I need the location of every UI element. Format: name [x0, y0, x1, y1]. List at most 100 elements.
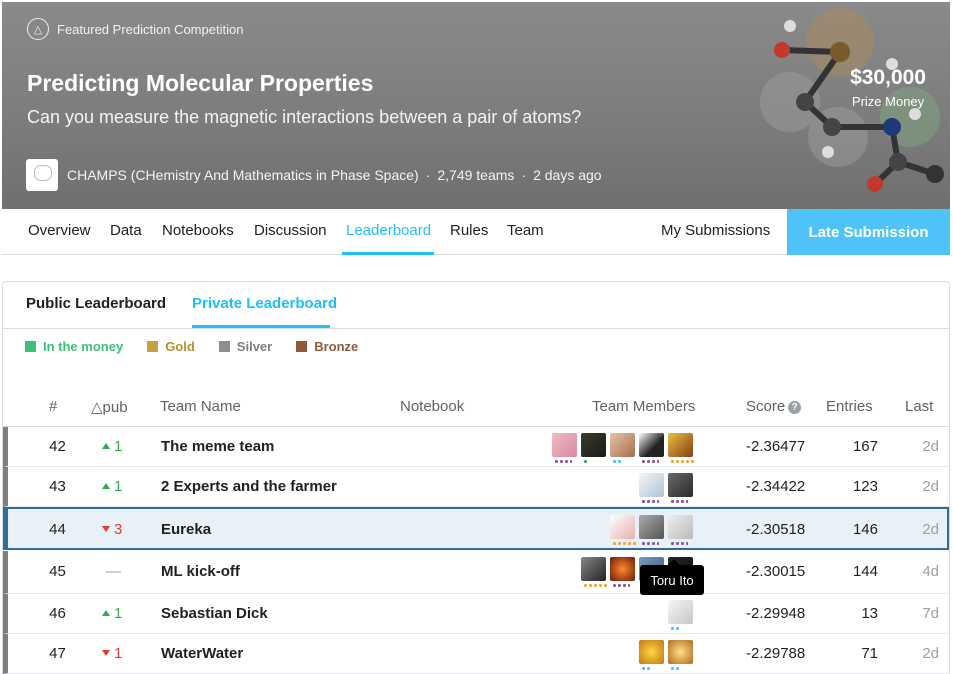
- tab-discussion[interactable]: Discussion: [254, 222, 327, 239]
- avatar[interactable]: [639, 473, 664, 503]
- rank-change-value: 1: [114, 478, 123, 495]
- competition-header: △ Featured Prediction Competition Predic…: [2, 2, 950, 209]
- column-delta[interactable]: △pub: [91, 398, 128, 416]
- legend-label: Bronze: [314, 339, 359, 354]
- rank: 46: [49, 605, 66, 622]
- team-members: [639, 640, 693, 670]
- team-members: [639, 473, 693, 503]
- leaderboard-tabs: Public Leaderboard Private Leaderboard: [3, 282, 949, 329]
- rank-change: 3: [102, 521, 132, 538]
- host-name[interactable]: CHAMPS (CHemistry And Mathematics in Pha…: [67, 167, 419, 183]
- score: -2.30518: [746, 521, 806, 538]
- avatar[interactable]: [610, 515, 638, 545]
- legend-label: Gold: [165, 339, 195, 354]
- avatar[interactable]: [581, 433, 606, 463]
- avatar[interactable]: [639, 433, 664, 463]
- my-submissions-link[interactable]: My Submissions: [661, 222, 770, 239]
- rank: 45: [49, 563, 66, 580]
- rank-change-value: 1: [114, 605, 123, 622]
- avatar[interactable]: [552, 433, 577, 463]
- score: -2.30015: [746, 563, 806, 580]
- late-submission-button[interactable]: Late Submission: [787, 209, 950, 255]
- tab-rules[interactable]: Rules: [450, 222, 488, 239]
- tab-leaderboard[interactable]: Leaderboard: [346, 222, 431, 239]
- team-name[interactable]: ML kick-off: [161, 563, 240, 580]
- last-submission: 2d: [922, 478, 939, 495]
- help-icon[interactable]: ?: [788, 401, 802, 414]
- team-name[interactable]: The meme team: [161, 438, 274, 455]
- avatar[interactable]: [639, 515, 664, 545]
- team-name[interactable]: 2 Experts and the farmer: [161, 478, 337, 495]
- prize-label: Prize Money: [851, 94, 925, 109]
- score: -2.36477: [746, 438, 806, 455]
- rank-change: 1: [102, 645, 132, 662]
- team-name[interactable]: WaterWater: [161, 645, 243, 662]
- arrow-up-icon: [102, 483, 110, 489]
- legend-bronze: Bronze: [296, 339, 358, 354]
- tab-notebooks[interactable]: Notebooks: [162, 222, 234, 239]
- competition-type-label: Featured Prediction Competition: [57, 21, 244, 37]
- team-name[interactable]: Sebastian Dick: [161, 605, 268, 622]
- active-tab-indicator: [342, 252, 434, 255]
- tab-overview[interactable]: Overview: [28, 222, 91, 239]
- member-tooltip: Toru Ito: [640, 559, 704, 595]
- column-score[interactable]: Score?: [746, 398, 802, 415]
- column-entries[interactable]: Entries: [826, 398, 873, 415]
- avatar[interactable]: [610, 557, 635, 587]
- rank-change-value: 1: [114, 645, 123, 662]
- score: -2.34422: [746, 478, 806, 495]
- entries: 167: [852, 438, 878, 455]
- leaderboard-panel: Public Leaderboard Private Leaderboard I…: [2, 281, 950, 674]
- team-count: 2,749 teams: [437, 167, 515, 183]
- avatar[interactable]: [668, 473, 693, 503]
- team-name[interactable]: Eureka: [161, 521, 211, 538]
- table-row[interactable]: 45 — ML kick-off -2.30015 144 4d: [3, 551, 949, 594]
- column-team-name[interactable]: Team Name: [160, 398, 241, 415]
- legend-label: In the money: [43, 339, 124, 354]
- avatar[interactable]: [668, 433, 696, 463]
- entries: 13: [861, 605, 878, 622]
- table-row-selected[interactable]: 44 3 Eureka -2.30518 146 2d: [3, 507, 949, 550]
- competition-subtitle: Can you measure the magnetic interaction…: [27, 107, 582, 127]
- avatar[interactable]: [668, 640, 693, 670]
- legend-in-the-money: In the money: [25, 339, 123, 354]
- score: -2.29788: [746, 645, 806, 662]
- avatar[interactable]: [639, 640, 664, 670]
- legend-silver: Silver: [218, 339, 273, 354]
- column-team-members: Team Members: [592, 398, 696, 415]
- tab-team[interactable]: Team: [507, 222, 544, 239]
- entries: 146: [852, 521, 878, 538]
- table-row[interactable]: 46 1 Sebastian Dick -2.29948 13 7d: [3, 594, 949, 634]
- arrow-down-icon: [102, 526, 110, 532]
- rank: 42: [49, 438, 66, 455]
- last-submission: 2d: [922, 645, 939, 662]
- host-info: CHAMPS (CHemistry And Mathematics in Pha…: [26, 159, 602, 191]
- tab-data[interactable]: Data: [110, 222, 142, 239]
- avatar[interactable]: [610, 433, 635, 463]
- competition-type: △ Featured Prediction Competition: [27, 18, 243, 40]
- tab-private-leaderboard[interactable]: Private Leaderboard: [192, 295, 337, 312]
- rank-change: 1: [102, 438, 132, 455]
- active-tab-indicator: [192, 325, 330, 328]
- column-last[interactable]: Last: [905, 398, 933, 415]
- legend-swatch: [147, 341, 159, 352]
- legend-gold: Gold: [147, 339, 195, 354]
- legend-swatch: [218, 341, 230, 352]
- team-members: [668, 600, 693, 630]
- avatar[interactable]: [668, 515, 693, 545]
- host-logo[interactable]: [26, 159, 58, 191]
- avatar[interactable]: [581, 557, 609, 587]
- last-submission: 2d: [922, 438, 939, 455]
- avatar[interactable]: [668, 600, 693, 630]
- table-row[interactable]: 43 1 2 Experts and the farmer -2.34422 1…: [3, 467, 949, 507]
- arrow-down-icon: [102, 650, 110, 656]
- entries: 71: [861, 645, 878, 662]
- column-rank[interactable]: #: [49, 398, 57, 415]
- tab-public-leaderboard[interactable]: Public Leaderboard: [26, 295, 166, 312]
- legend-label: Silver: [236, 339, 273, 354]
- table-row[interactable]: 47 1 WaterWater -2.29788 71 2d: [3, 634, 949, 674]
- arrow-up-icon: [102, 610, 110, 616]
- separator: ·: [425, 167, 431, 183]
- table-row[interactable]: 42 1 The meme team -2.36477 167 2d: [3, 427, 949, 467]
- rank-change: 1: [102, 478, 132, 495]
